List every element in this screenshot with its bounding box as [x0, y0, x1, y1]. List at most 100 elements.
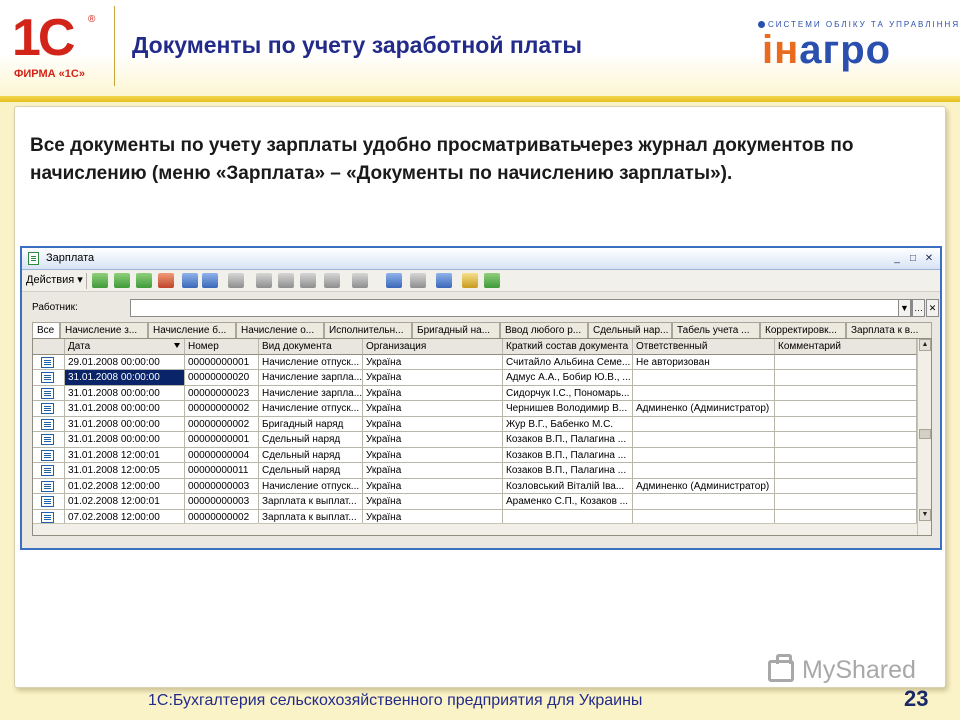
unpost-icon[interactable] [202, 273, 218, 288]
scroll-down-icon[interactable]: ▼ [919, 509, 931, 521]
table-cell: Україна [363, 416, 503, 432]
filter-off-icon[interactable] [324, 273, 340, 288]
page-number: 23 [904, 686, 929, 711]
add-icon[interactable] [92, 273, 108, 288]
toolbar-separator [86, 273, 87, 289]
row-icon-cell [33, 463, 65, 479]
1c-logo-caption: ФИРМА «1С» [14, 68, 85, 80]
structure-icon[interactable] [228, 273, 244, 288]
salary-journal-window: Зарплата _ □ ✕ Действия ▾ Работник: ▼ … … [20, 246, 942, 550]
tab-1[interactable]: Начисление з... [60, 322, 148, 338]
table-cell [775, 370, 917, 386]
filter-clear-icon[interactable] [278, 273, 294, 288]
post-icon[interactable] [182, 273, 198, 288]
employee-filter-label: Работник: [32, 302, 78, 313]
tab-5[interactable]: Бригадный на... [412, 322, 500, 338]
column-header[interactable]: Краткий состав документа [503, 339, 633, 355]
document-icon [41, 387, 54, 399]
table-cell: Україна [363, 494, 503, 510]
filter-icon[interactable] [256, 273, 272, 288]
scroll-up-icon[interactable]: ▲ [919, 339, 931, 351]
column-header[interactable]: Комментарий [775, 339, 917, 355]
table-row[interactable]: 31.01.2008 00:00:00 00000000002 Бригадный … [33, 416, 917, 432]
tab-7[interactable]: Сдельный нар... [588, 322, 672, 338]
window-titlebar[interactable]: Зарплата _ □ ✕ [22, 248, 940, 270]
table-cell [775, 401, 917, 417]
employee-filter-input[interactable] [130, 299, 912, 317]
document-icon [41, 372, 54, 383]
column-header[interactable]: Организация [363, 339, 503, 355]
watermark-text: MyShared [802, 656, 916, 684]
table-cell [775, 432, 917, 448]
table-row[interactable]: 31.01.2008 00:00:00 00000000020 Начисление… [33, 370, 917, 386]
table-cell [633, 432, 775, 448]
table-row[interactable]: 31.01.2008 00:00:00 00000000001 Сдельный н… [33, 432, 917, 448]
horizontal-scrollbar[interactable] [33, 523, 917, 535]
table-cell: 31.01.2008 00:00:00 [65, 370, 185, 386]
table-row[interactable]: 29.01.2008 00:00:00 00000000001 Начисление… [33, 354, 917, 370]
tab-8[interactable]: Табель учета ... [672, 322, 760, 338]
table-row[interactable]: 31.01.2008 00:00:00 00000000002 Начисление… [33, 401, 917, 417]
row-icon-cell [33, 447, 65, 463]
tab-6[interactable]: Ввод любого р... [500, 322, 588, 338]
copy-icon[interactable] [114, 273, 130, 288]
table-cell: Начисление зарпла... [259, 385, 363, 401]
table-cell: 31.01.2008 12:00:01 [65, 447, 185, 463]
row-icon-cell [33, 354, 65, 370]
go-to-icon[interactable] [352, 273, 368, 288]
preview-icon[interactable] [436, 273, 452, 288]
sort-icon[interactable] [300, 273, 316, 288]
column-header[interactable]: Вид документа [259, 339, 363, 355]
maximize-icon[interactable]: □ [906, 252, 920, 265]
table-cell [775, 354, 917, 370]
row-icon-cell [33, 478, 65, 494]
print-icon[interactable] [410, 273, 426, 288]
table-cell [633, 463, 775, 479]
tab-0[interactable]: Все [32, 322, 60, 339]
table-cell [775, 463, 917, 479]
clear-icon[interactable]: ✕ [926, 299, 939, 317]
column-header[interactable]: Номер [185, 339, 259, 355]
table-cell: 31.01.2008 00:00:00 [65, 416, 185, 432]
actions-menu-button[interactable]: Действия ▾ [26, 273, 83, 286]
scroll-thumb[interactable] [919, 429, 931, 439]
column-header[interactable]: Ответственный [633, 339, 775, 355]
delete-icon[interactable] [158, 273, 174, 288]
help-icon[interactable] [462, 273, 478, 288]
edit-icon[interactable] [136, 273, 152, 288]
dropdown-arrow-icon[interactable]: ▼ [898, 299, 911, 317]
dt-kt-icon[interactable] [484, 273, 500, 288]
table-cell [633, 494, 775, 510]
table-row[interactable]: 31.01.2008 12:00:01 00000000004 Сдельный н… [33, 447, 917, 463]
document-icon [41, 403, 54, 414]
vertical-scrollbar[interactable]: ▲ ▼ [917, 339, 931, 535]
table-cell: Сдельный наряд [259, 463, 363, 479]
document-icon [41, 418, 54, 430]
tab-2[interactable]: Начисление б... [148, 322, 236, 338]
employee-filter-row: Работник: ▼ … ✕ [28, 298, 939, 318]
table-row[interactable]: 31.01.2008 12:00:05 00000000011 Сдельный н… [33, 463, 917, 479]
tab-4[interactable]: Исполнительн... [324, 322, 412, 338]
tab-9[interactable]: Корректировк... [760, 322, 846, 338]
table-header: Дата Номер Вид документа Организация Краткий… [33, 339, 917, 355]
select-button[interactable]: … [912, 299, 925, 317]
row-icon-cell [33, 494, 65, 510]
document-type-tabs: Все Начисление з... Начисление б... Начисле… [32, 322, 934, 339]
1c-logo: 1С ® ФИРМА «1С» [8, 8, 108, 84]
table-row[interactable]: 01.02.2008 12:00:00 00000000003 Начисление… [33, 478, 917, 494]
refresh-icon[interactable] [386, 273, 402, 288]
table-cell: 00000000023 [185, 385, 259, 401]
table-cell: Україна [363, 385, 503, 401]
table-cell [775, 447, 917, 463]
table-cell: 00000000004 [185, 447, 259, 463]
tab-3[interactable]: Начисление о... [236, 322, 324, 338]
close-icon[interactable]: ✕ [922, 252, 936, 265]
table-cell: 00000000020 [185, 370, 259, 386]
tab-10[interactable]: Зарплата к в... [846, 322, 932, 338]
table-row[interactable]: 01.02.2008 12:00:01 00000000003 Зарплата к… [33, 494, 917, 510]
column-header[interactable]: Дата [65, 339, 185, 355]
table-cell: Україна [363, 432, 503, 448]
table-row[interactable]: 31.01.2008 00:00:00 00000000023 Начисление… [33, 385, 917, 401]
table-cell: 00000000002 [185, 401, 259, 417]
minimize-icon[interactable]: _ [890, 252, 904, 265]
